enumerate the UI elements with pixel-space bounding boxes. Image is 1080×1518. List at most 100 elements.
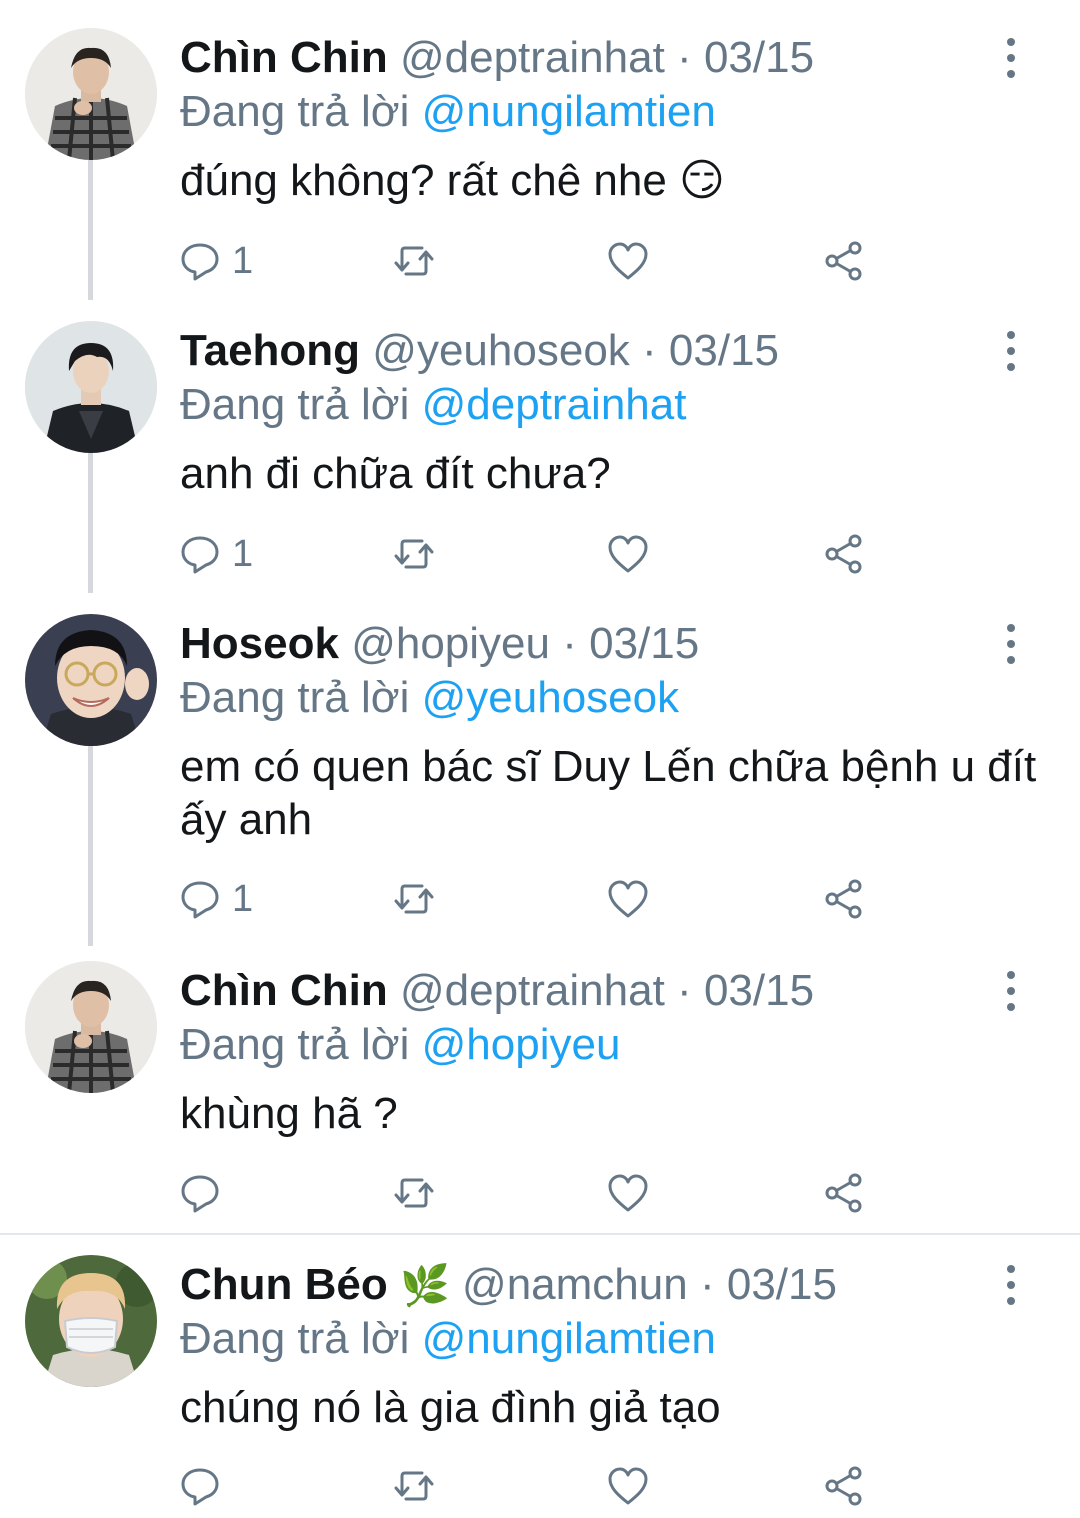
more-options-icon[interactable] [996, 38, 1026, 78]
replying-to: Đang trả lời @hopiyeu [180, 1019, 620, 1071]
retweet-icon [394, 246, 434, 276]
action-bar [178, 1463, 878, 1509]
like-icon [608, 880, 648, 918]
reply-button[interactable] [178, 1463, 232, 1509]
mention-link[interactable]: @deptrainhat [422, 380, 687, 429]
handle[interactable]: @deptrainhat [400, 966, 665, 1015]
timestamp[interactable]: 03/15 [669, 326, 779, 375]
avatar-plaid-coat-image [25, 28, 157, 160]
avatar-face-mask-image [25, 1255, 157, 1387]
retweet-icon [394, 884, 434, 914]
reply-button[interactable]: 1 [178, 238, 253, 284]
retweet-icon [394, 1178, 434, 1208]
reply-button[interactable]: 1 [178, 876, 253, 922]
avatar[interactable] [25, 1255, 157, 1387]
display-name[interactable]: Chìn Chin [180, 966, 388, 1015]
like-button[interactable] [606, 238, 650, 284]
tweet-header: Taehong @yeuhoseok · 03/15 [180, 325, 1000, 377]
avatar[interactable] [25, 321, 157, 453]
replying-to-label: Đang trả lời [180, 673, 410, 722]
retweet-icon [394, 1471, 434, 1501]
like-button[interactable] [606, 1463, 650, 1509]
replying-to-label: Đang trả lời [180, 87, 410, 136]
share-icon [825, 879, 862, 919]
mention-link[interactable]: @nungilamtien [422, 87, 716, 136]
reply-button[interactable] [178, 1170, 232, 1216]
retweet-button[interactable] [392, 876, 436, 922]
share-button[interactable] [822, 1463, 866, 1509]
more-options-icon[interactable] [996, 624, 1026, 664]
handle[interactable]: @namchun [462, 1260, 688, 1309]
mention-link[interactable]: @hopiyeu [422, 1020, 621, 1069]
like-icon [608, 1174, 648, 1212]
share-button[interactable] [822, 876, 866, 922]
mention-link[interactable]: @nungilamtien [422, 1314, 716, 1363]
replying-to-label: Đang trả lời [180, 1020, 410, 1069]
like-button[interactable] [606, 1170, 650, 1216]
tweet-text: đúng không? rất chê nhe 😏 [180, 156, 725, 205]
timestamp[interactable]: 03/15 [704, 966, 814, 1015]
like-button[interactable] [606, 531, 650, 577]
like-button[interactable] [606, 876, 650, 922]
reply-button[interactable]: 1 [178, 531, 253, 577]
reply-icon [181, 1175, 219, 1213]
share-icon [825, 1466, 862, 1506]
like-icon [608, 1467, 648, 1505]
retweet-icon [394, 539, 434, 569]
replying-to: Đang trả lời @nungilamtien [180, 86, 716, 138]
tweet[interactable]: Chìn Chin @deptrainhat · 03/15 Đang trả … [0, 0, 1080, 300]
more-options-icon[interactable] [996, 1265, 1026, 1305]
share-button[interactable] [822, 531, 866, 577]
reply-icon [181, 881, 219, 919]
replying-to: Đang trả lời @yeuhoseok [180, 672, 679, 724]
retweet-button[interactable] [392, 1463, 436, 1509]
handle[interactable]: @yeuhoseok [372, 326, 630, 375]
reply-icon [181, 1468, 219, 1506]
more-options-icon[interactable] [996, 971, 1026, 1011]
retweet-button[interactable] [392, 1170, 436, 1216]
mention-link[interactable]: @yeuhoseok [422, 673, 680, 722]
tweet[interactable]: Hoseok @hopiyeu · 03/15 Đang trả lời @ye… [0, 586, 1080, 946]
action-bar [178, 1170, 878, 1216]
tweet-header: Chìn Chin @deptrainhat · 03/15 [180, 965, 1000, 1017]
display-name[interactable]: Chun Béo [180, 1260, 388, 1309]
avatar[interactable] [25, 28, 157, 160]
thread-line [88, 746, 93, 946]
display-name[interactable]: Chìn Chin [180, 33, 388, 82]
tweet[interactable]: Taehong @yeuhoseok · 03/15 Đang trả lời … [0, 293, 1080, 593]
more-options-icon[interactable] [996, 331, 1026, 371]
separator: · [642, 326, 657, 375]
reply-count: 1 [232, 878, 254, 920]
display-name[interactable]: Hoseok [180, 619, 339, 668]
action-bar: 1 [178, 876, 878, 922]
display-name[interactable]: Taehong [180, 326, 360, 375]
avatar-dark-coat-image [25, 321, 157, 453]
reply-count: 1 [232, 240, 254, 282]
tweet[interactable]: Chìn Chin @deptrainhat · 03/15 Đang trả … [0, 933, 1080, 1233]
retweet-button[interactable] [392, 531, 436, 577]
share-icon [825, 534, 862, 574]
reply-icon [181, 243, 219, 281]
separator: · [562, 619, 577, 668]
handle[interactable]: @hopiyeu [351, 619, 550, 668]
share-button[interactable] [822, 1170, 866, 1216]
timestamp[interactable]: 03/15 [704, 33, 814, 82]
reply-thread: Chìn Chin @deptrainhat · 03/15 Đang trả … [0, 0, 1080, 1518]
tweet-header: Chìn Chin @deptrainhat · 03/15 [180, 32, 1000, 84]
share-button[interactable] [822, 238, 866, 284]
tweet[interactable]: Chun Béo 🌿 @namchun · 03/15 Đang trả lời… [0, 1227, 1080, 1518]
action-bar: 1 [178, 238, 878, 284]
avatar[interactable] [25, 614, 157, 746]
share-icon [825, 241, 862, 281]
action-bar: 1 [178, 531, 878, 577]
tweet-text: em có quen bác sĩ Duy Lến chữa bệnh u đí… [180, 742, 1037, 844]
retweet-button[interactable] [392, 238, 436, 284]
handle[interactable]: @deptrainhat [400, 33, 665, 82]
tweet-text: chúng nó là gia đình giả tạo [180, 1383, 721, 1432]
separator: · [699, 1260, 715, 1309]
replying-to-label: Đang trả lời [180, 380, 410, 429]
timestamp[interactable]: 03/15 [589, 619, 699, 668]
timestamp[interactable]: 03/15 [727, 1260, 837, 1309]
avatar[interactable] [25, 961, 157, 1093]
avatar-plaid-coat-image [25, 961, 157, 1093]
